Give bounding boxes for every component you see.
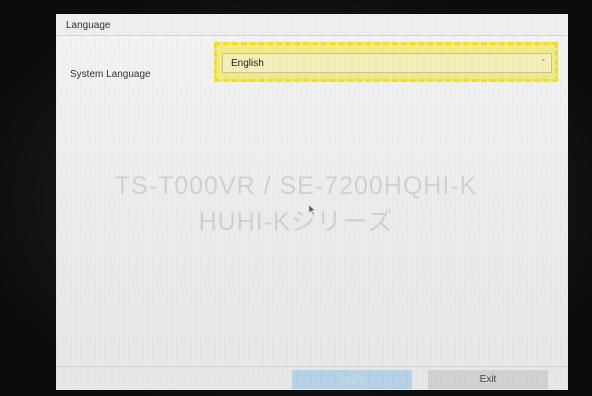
system-language-label: System Language xyxy=(70,69,151,80)
watermark-line-2: HUHI-Kシリーズ xyxy=(198,208,394,236)
dialog-title-bar: Language xyxy=(56,14,568,36)
dialog-title: Language xyxy=(66,20,111,31)
language-select-value: English xyxy=(231,58,264,69)
exit-button[interactable]: Exit xyxy=(428,370,548,389)
mouse-cursor-icon xyxy=(308,204,316,216)
chevron-down-icon: - xyxy=(541,55,545,66)
watermark-line-1: TS-T000VR / SE-7200HQHI-K xyxy=(114,172,478,200)
apply-button[interactable]: Apply xyxy=(292,370,412,389)
footer-divider xyxy=(56,366,568,367)
language-select[interactable]: English - xyxy=(222,53,552,73)
